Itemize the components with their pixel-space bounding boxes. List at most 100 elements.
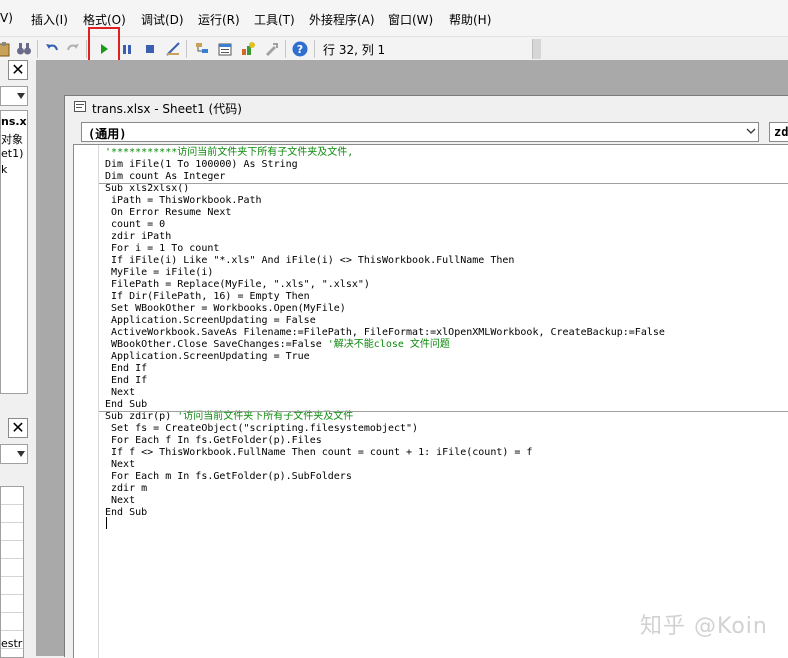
- tree-item-objects[interactable]: 对象: [1, 131, 23, 147]
- code-text: Next: [105, 459, 136, 470]
- code-line[interactable]: For i = 1 To count: [105, 243, 785, 255]
- code-line[interactable]: Application.ScreenUpdating = False: [105, 315, 785, 327]
- code-text: MyFile = iFile(i): [105, 267, 214, 278]
- menu-view-partial[interactable]: V): [0, 11, 13, 25]
- code-window-title: trans.xlsx - Sheet1 (代码): [92, 102, 242, 116]
- code-text: For Each m In fs.GetFolder(p).SubFolders: [105, 471, 352, 482]
- undo-icon[interactable]: [44, 41, 60, 57]
- code-window-titlebar[interactable]: trans.xlsx - Sheet1 (代码): [65, 96, 788, 118]
- menu-window[interactable]: 窗口(W): [388, 11, 433, 28]
- toolbar-overflow-grip[interactable]: [532, 39, 541, 59]
- menu-help[interactable]: 帮助(H): [449, 11, 491, 28]
- code-line[interactable]: End Sub: [105, 399, 785, 411]
- code-line[interactable]: If Dir(FilePath, 16) = Empty Then: [105, 291, 785, 303]
- code-line[interactable]: For Each f In fs.GetFolder(p).Files: [105, 435, 785, 447]
- project-explorer-close-icon[interactable]: ✕: [8, 60, 28, 80]
- code-line[interactable]: Next: [105, 495, 785, 507]
- code-line[interactable]: WBookOther.Close SaveChanges:=False '解决不…: [105, 339, 785, 351]
- help-icon[interactable]: ?: [292, 41, 308, 57]
- redo-icon[interactable]: [65, 41, 81, 57]
- menu-format[interactable]: 格式(O): [83, 11, 126, 28]
- code-text: For Each f In fs.GetFolder(p).Files: [105, 435, 322, 446]
- code-line[interactable]: zdir iPath: [105, 231, 785, 243]
- reset-icon[interactable]: [142, 41, 158, 57]
- tree-item-thisworkbook[interactable]: k: [1, 163, 7, 176]
- code-line[interactable]: Next: [105, 459, 785, 471]
- code-line[interactable]: End Sub: [105, 507, 785, 519]
- design-mode-icon[interactable]: [165, 41, 181, 57]
- code-line[interactable]: Application.ScreenUpdating = True: [105, 351, 785, 363]
- code-line[interactable]: Set WBookOther = Workbooks.Open(MyFile): [105, 303, 785, 315]
- code-line[interactable]: End If: [105, 375, 785, 387]
- code-text: Next: [105, 495, 136, 506]
- code-line[interactable]: zdir m: [105, 483, 785, 495]
- toolbar-separator: [314, 40, 315, 58]
- standard-toolbar: ? 行 32, 列 1: [0, 37, 541, 60]
- properties-grid[interactable]: estr: [0, 486, 24, 658]
- code-line[interactable]: count = 0: [105, 219, 785, 231]
- code-line[interactable]: ActiveWorkbook.SaveAs Filename:=FilePath…: [105, 327, 785, 339]
- object-dropdown[interactable]: (通用): [81, 122, 759, 142]
- paste-icon[interactable]: [0, 41, 12, 57]
- procedure-separator: [99, 411, 788, 412]
- code-line[interactable]: On Error Resume Next: [105, 207, 785, 219]
- toolbar-separator: [285, 40, 286, 58]
- menu-run[interactable]: 运行(R): [198, 11, 240, 28]
- properties-window-icon[interactable]: [217, 41, 233, 57]
- code-text: zdir m: [105, 483, 148, 494]
- code-line[interactable]: Set fs = CreateObject("scripting.filesys…: [105, 423, 785, 435]
- code-comment: '***********访问当前文件夹下所有子文件夹及文件,: [105, 147, 354, 158]
- code-line[interactable]: iPath = ThisWorkbook.Path: [105, 195, 785, 207]
- code-line[interactable]: Dim iFile(1 To 100000) As String: [105, 159, 785, 171]
- properties-object-dropdown[interactable]: [0, 444, 28, 464]
- code-line[interactable]: Sub zdir(p) '访问当前文件夹下所有子文件夹及文件: [105, 411, 785, 423]
- code-line[interactable]: FilePath = Replace(MyFile, ".xls", ".xls…: [105, 279, 785, 291]
- code-comment: '访问当前文件夹下所有子文件夹及文件: [177, 411, 354, 422]
- tree-item-workbook[interactable]: ns.x: [1, 115, 27, 128]
- menu-insert[interactable]: 插入(I): [31, 11, 68, 28]
- code-comment: '解决不能close 文件问题: [327, 339, 450, 350]
- text-caret: [106, 517, 107, 529]
- procedure-dropdown[interactable]: zdi: [769, 122, 788, 142]
- code-line[interactable]: End If: [105, 363, 785, 375]
- code-text: End If: [105, 375, 148, 386]
- project-explorer-icon[interactable]: [194, 41, 210, 57]
- code-line[interactable]: '***********访问当前文件夹下所有子文件夹及文件,: [105, 147, 785, 159]
- menu-tools[interactable]: 工具(T): [254, 11, 295, 28]
- code-text: Next: [105, 387, 136, 398]
- toolbar-separator: [37, 40, 38, 58]
- menu-debug[interactable]: 调试(D): [141, 11, 184, 28]
- code-line[interactable]: Sub xls2xlsx(): [105, 183, 785, 195]
- object-browser-icon[interactable]: [240, 41, 256, 57]
- code-text: Sub zdir(p): [105, 411, 178, 422]
- property-name-partial: estr: [1, 637, 23, 650]
- tree-item-sheet[interactable]: et1): [1, 147, 23, 160]
- toolbar-separator: [86, 40, 87, 58]
- code-line[interactable]: If iFile(i) Like "*.xls" And iFile(i) <>…: [105, 255, 785, 267]
- code-text: Set WBookOther = Workbooks.Open(MyFile): [105, 303, 346, 314]
- code-line[interactable]: Dim count As Integer: [105, 171, 785, 183]
- object-dropdown-value: (通用): [88, 127, 127, 141]
- editor-margin[interactable]: [74, 145, 99, 658]
- code-line[interactable]: If f <> ThisWorkbook.FullName Then count…: [105, 447, 785, 459]
- chevron-down-icon: [17, 451, 25, 457]
- code-line[interactable]: For Each m In fs.GetFolder(p).SubFolders: [105, 471, 785, 483]
- properties-close-icon[interactable]: ✕: [8, 418, 28, 438]
- code-editor[interactable]: '***********访问当前文件夹下所有子文件夹及文件, Dim iFile(…: [73, 144, 788, 658]
- code-line[interactable]: Next: [105, 387, 785, 399]
- project-explorer-tree[interactable]: ns.x 对象 et1) k: [0, 110, 28, 394]
- toolbox-icon[interactable]: [263, 41, 279, 57]
- find-icon[interactable]: [16, 41, 32, 57]
- procedure-dropdown-value: zdi: [774, 125, 788, 139]
- code-line[interactable]: MyFile = iFile(i): [105, 267, 785, 279]
- code-text: Dim count As Integer: [105, 171, 226, 182]
- code-text: Application.ScreenUpdating = True: [105, 351, 310, 362]
- project-toolbar-dropdown[interactable]: [0, 86, 28, 106]
- menu-addins[interactable]: 外接程序(A): [309, 11, 375, 28]
- code-text: For i = 1 To count: [105, 243, 220, 254]
- code-lines: '***********访问当前文件夹下所有子文件夹及文件, Dim iFile(…: [105, 147, 785, 531]
- code-text: Sub xls2xlsx(): [105, 183, 190, 194]
- break-icon[interactable]: [119, 41, 135, 57]
- code-line[interactable]: [105, 519, 785, 531]
- watermark: 知乎 @Koin: [640, 614, 768, 639]
